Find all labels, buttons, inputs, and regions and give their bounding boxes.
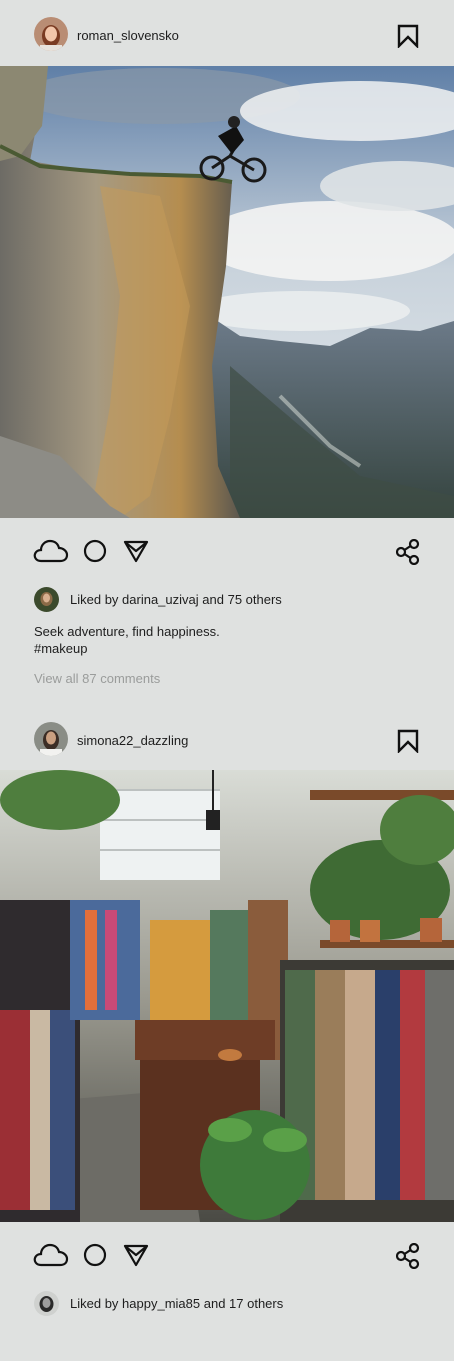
avatar[interactable] (34, 587, 59, 612)
likes-prefix: Liked by (70, 1296, 119, 1311)
post-actions (0, 518, 454, 584)
likes-row: Liked by happy_mia85 and 17 others (0, 1291, 454, 1325)
post-photo-cliff-biker[interactable] (0, 66, 454, 518)
likes-text: Liked by happy_mia85 and 17 others (70, 1297, 283, 1311)
caption-hashtag[interactable]: #makeup (34, 640, 454, 657)
post-actions (0, 1222, 454, 1288)
bookmark-icon[interactable] (396, 24, 420, 49)
caption: Seek adventure, find happiness. #makeup (34, 623, 454, 657)
cloud-icon[interactable] (33, 538, 69, 569)
likes-suffix[interactable]: and 75 others (202, 592, 282, 607)
post-1: roman_slovensko Liked by darina_uzivaj a… (0, 0, 454, 686)
circle-icon[interactable] (83, 539, 107, 568)
share-icon[interactable] (395, 538, 420, 570)
username[interactable]: simona22_dazzling (77, 734, 188, 748)
likes-suffix[interactable]: and 17 others (204, 1296, 284, 1311)
avatar[interactable] (34, 17, 68, 51)
username[interactable]: roman_slovensko (77, 29, 179, 43)
post-2: simona22_dazzling Liked by happy_mia85 a… (0, 706, 454, 1322)
likes-text: Liked by darina_uzivaj and 75 others (70, 593, 282, 607)
cloud-icon[interactable] (33, 1242, 69, 1273)
avatar[interactable] (34, 722, 68, 756)
share-icon[interactable] (395, 1242, 420, 1274)
send-icon[interactable] (123, 1243, 149, 1272)
bookmark-icon[interactable] (396, 729, 420, 754)
view-comments-link[interactable]: View all 87 comments (34, 672, 454, 686)
post-photo-vintage-shop[interactable] (0, 770, 454, 1222)
likes-user[interactable]: happy_mia85 (122, 1296, 200, 1311)
likes-user[interactable]: darina_uzivaj (122, 592, 199, 607)
avatar[interactable] (34, 1291, 59, 1316)
caption-text: Seek adventure, find happiness. (34, 624, 220, 639)
post-header: roman_slovensko (0, 0, 454, 66)
likes-row: Liked by darina_uzivaj and 75 others (0, 587, 454, 621)
send-icon[interactable] (123, 539, 149, 568)
post-header: simona22_dazzling (0, 706, 454, 770)
likes-prefix: Liked by (70, 592, 119, 607)
circle-icon[interactable] (83, 1243, 107, 1272)
